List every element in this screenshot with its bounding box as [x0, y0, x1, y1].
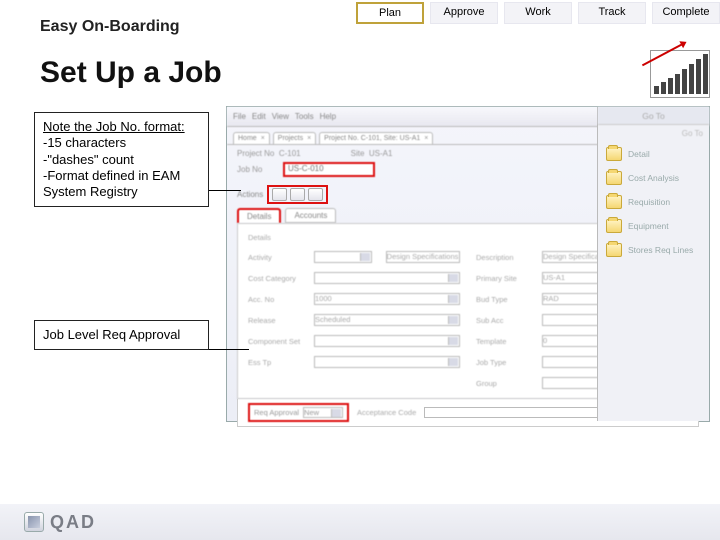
action-refresh-icon[interactable] — [308, 188, 323, 201]
job-no-label: Job No — [237, 165, 277, 174]
goto-detail[interactable]: Detail — [598, 142, 709, 166]
logo-text: QAD — [50, 512, 96, 533]
logo-mark-icon — [24, 512, 44, 532]
req-approval-box: Req Approval New — [248, 403, 349, 422]
tab-projects[interactable]: Projects× — [273, 132, 316, 144]
goto-side-panel: Go To Go To Detail Cost Analysis Requisi… — [597, 107, 709, 421]
folder-icon — [606, 171, 622, 185]
eam-app-window: File Edit View Tools Help Home× Projects… — [226, 106, 710, 422]
growth-chart-icon — [650, 50, 710, 98]
menu-file[interactable]: File — [233, 112, 246, 121]
menu-view[interactable]: View — [272, 112, 289, 121]
callout-job-level-req: Job Level Req Approval — [34, 320, 209, 350]
action-delete-icon[interactable] — [290, 188, 305, 201]
callout1-line1: -15 characters — [43, 135, 200, 151]
menu-tools[interactable]: Tools — [295, 112, 314, 121]
footer-bar: QAD — [0, 504, 720, 540]
menu-help[interactable]: Help — [320, 112, 336, 121]
qad-logo: QAD — [24, 512, 96, 533]
tab-project-detail[interactable]: Project No. C-101, Site: US-A1× — [319, 132, 433, 144]
process-steps: Plan Approve Work Track Complete — [350, 2, 720, 24]
goto-requisition[interactable]: Requisition — [598, 190, 709, 214]
cost-category-field[interactable] — [314, 272, 460, 284]
step-approve[interactable]: Approve — [430, 2, 498, 24]
side-header: Go To — [598, 125, 709, 142]
subtab-details[interactable]: Details — [237, 208, 281, 223]
step-work[interactable]: Work — [504, 2, 572, 24]
req-approval-field[interactable]: New — [303, 407, 343, 418]
callout1-line2: -"dashes" count — [43, 152, 200, 168]
side-tab[interactable]: Go To — [598, 107, 709, 125]
folder-icon — [606, 219, 622, 233]
goto-cost-analysis[interactable]: Cost Analysis — [598, 166, 709, 190]
brand-title: Easy On-Boarding — [40, 18, 180, 36]
action-save-icon[interactable] — [272, 188, 287, 201]
actions-label: Actions — [237, 190, 263, 199]
step-complete[interactable]: Complete — [652, 2, 720, 24]
component-set-field[interactable] — [314, 335, 460, 347]
activity-desc-field[interactable]: Design Specifications — [386, 251, 460, 263]
step-plan[interactable]: Plan — [356, 2, 424, 24]
ess-tp-field[interactable] — [314, 356, 460, 368]
callout1-heading: Note the Job No. format: — [43, 119, 200, 135]
folder-icon — [606, 147, 622, 161]
connector-line-1 — [209, 190, 241, 191]
callout-job-no-format: Note the Job No. format: -15 characters … — [34, 112, 209, 207]
connector-line-2 — [209, 349, 249, 350]
step-track[interactable]: Track — [578, 2, 646, 24]
page-title: Set Up a Job — [40, 56, 222, 90]
folder-icon — [606, 195, 622, 209]
menu-edit[interactable]: Edit — [252, 112, 266, 121]
goto-stores-req-lines[interactable]: Stores Req Lines — [598, 238, 709, 262]
acc-no-field[interactable]: 1000 — [314, 293, 460, 305]
folder-icon — [606, 243, 622, 257]
job-no-field[interactable]: US-C-010 — [283, 162, 375, 177]
release-field[interactable]: Scheduled — [314, 314, 460, 326]
subtab-accounts[interactable]: Accounts — [285, 208, 336, 223]
callout1-line3: -Format defined in EAM System Registry — [43, 168, 200, 201]
action-buttons — [267, 185, 328, 204]
tab-home[interactable]: Home× — [233, 132, 270, 144]
goto-equipment[interactable]: Equipment — [598, 214, 709, 238]
activity-field[interactable] — [314, 251, 372, 263]
